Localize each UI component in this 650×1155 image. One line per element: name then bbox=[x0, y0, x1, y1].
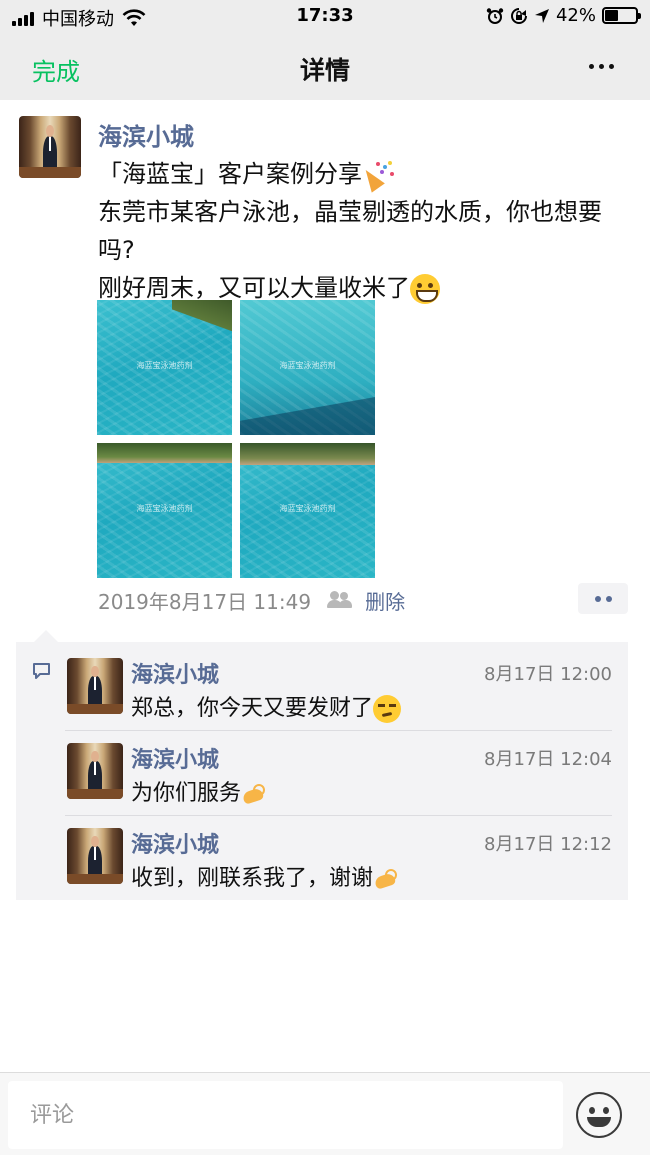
battery-percent: 42% bbox=[555, 5, 596, 26]
pool-photo-1[interactable]: 海蓝宝泳池药剂 bbox=[97, 300, 232, 435]
comment-item[interactable]: 海滨小城 8月17日 12:00 郑总，你今天又要发财了 bbox=[65, 646, 612, 730]
comment-avatar[interactable] bbox=[67, 828, 123, 884]
ok-hand-emoji bbox=[241, 782, 267, 806]
delete-link[interactable]: 删除 bbox=[365, 586, 405, 615]
ok-hand-emoji bbox=[373, 867, 399, 891]
alarm-icon bbox=[486, 7, 504, 24]
more-icon[interactable] bbox=[589, 64, 614, 69]
comment-author[interactable]: 海滨小城 bbox=[131, 657, 219, 689]
comment-avatar[interactable] bbox=[67, 743, 123, 799]
comment-icon bbox=[33, 663, 50, 679]
photo-watermark: 海蓝宝泳池药剂 bbox=[279, 361, 336, 370]
nav-bar: 完成 详情 bbox=[0, 32, 650, 100]
post-avatar[interactable] bbox=[19, 116, 81, 178]
pool-photo-3[interactable]: 海蓝宝泳池药剂 bbox=[97, 443, 232, 578]
post-line-2: 东莞市某客户泳池，晶莹剔透的水质，你也想要吗? bbox=[98, 198, 602, 264]
pool-photo-4[interactable]: 海蓝宝泳池药剂 bbox=[240, 443, 375, 578]
comment-item[interactable]: 海滨小城 8月17日 12:04 为你们服务 bbox=[65, 730, 612, 814]
comment-time: 8月17日 12:12 bbox=[484, 834, 612, 855]
pool-photo-2[interactable]: 海蓝宝泳池药剂 bbox=[240, 300, 375, 435]
comment-input-bar bbox=[0, 1072, 650, 1155]
comment-author[interactable]: 海滨小城 bbox=[131, 742, 219, 774]
comment-avatar[interactable] bbox=[67, 658, 123, 714]
post-meta: 2019年8月17日 11:49 删除 bbox=[98, 586, 405, 614]
comment-time: 8月17日 12:00 bbox=[484, 664, 612, 685]
photo-grid: 海蓝宝泳池药剂 海蓝宝泳池药剂 海蓝宝泳池药剂 海蓝宝泳池药剂 bbox=[97, 300, 377, 578]
friends-icon bbox=[327, 591, 353, 609]
party-popper-emoji bbox=[362, 160, 394, 190]
photo-watermark: 海蓝宝泳池药剂 bbox=[136, 361, 193, 370]
photo-watermark: 海蓝宝泳池药剂 bbox=[279, 504, 336, 513]
comment-author[interactable]: 海滨小城 bbox=[131, 827, 219, 859]
post-line-1: 「海蓝宝」客户案例分享 bbox=[98, 155, 623, 193]
post-timestamp: 2019年8月17日 11:49 bbox=[98, 589, 312, 614]
page-title: 详情 bbox=[299, 56, 350, 85]
comment-time: 8月17日 12:04 bbox=[484, 749, 612, 770]
post-author-name[interactable]: 海滨小城 bbox=[98, 117, 194, 152]
smirk-face-emoji bbox=[373, 695, 402, 723]
battery-icon bbox=[602, 7, 641, 24]
location-icon bbox=[534, 8, 549, 23]
status-bar: 中国移动 17:33 42% bbox=[0, 0, 650, 32]
photo-watermark: 海蓝宝泳池药剂 bbox=[136, 504, 193, 513]
comment-text: 为你们服务 bbox=[131, 775, 267, 807]
comment-input[interactable] bbox=[8, 1081, 563, 1149]
emoji-button-icon[interactable] bbox=[576, 1092, 622, 1138]
grinning-face-emoji bbox=[410, 274, 440, 304]
battery-level bbox=[605, 10, 618, 21]
status-right: 42% bbox=[486, 5, 641, 26]
comment-item[interactable]: 海滨小城 8月17日 12:12 收到，刚联系我了，谢谢 bbox=[65, 815, 612, 899]
post-action-button[interactable] bbox=[578, 583, 628, 614]
comment-text: 收到，刚联系我了，谢谢 bbox=[131, 860, 399, 892]
rotation-lock-icon bbox=[510, 7, 527, 24]
comment-box-arrow bbox=[34, 630, 58, 642]
post-text: 「海蓝宝」客户案例分享 东莞市某客户泳池，晶莹剔透的水质，你也想要吗? 刚好周末… bbox=[98, 155, 623, 307]
comment-text: 郑总，你今天又要发财了 bbox=[131, 690, 402, 723]
